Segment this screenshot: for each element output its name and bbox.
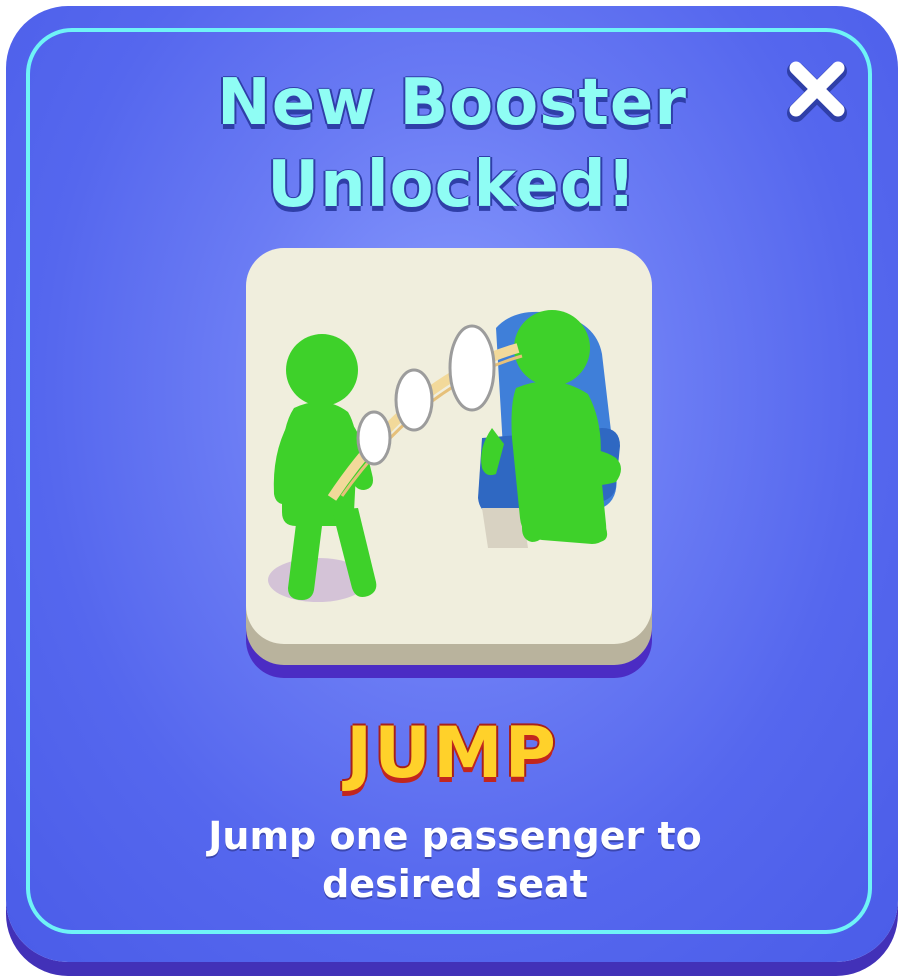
title-line-2: Unlocked! (267, 148, 637, 222)
booster-name: JUMP (346, 712, 558, 794)
booster-card (246, 248, 652, 678)
booster-description: Jump one passenger to desired seat (208, 814, 702, 906)
jump-booster-illustration (268, 310, 621, 602)
popup-title: New Booster Unlocked! (0, 62, 904, 226)
close-x-icon (787, 61, 847, 122)
close-button[interactable] (782, 54, 852, 124)
card-face (246, 248, 652, 644)
title-line-1: New Booster (217, 66, 687, 140)
